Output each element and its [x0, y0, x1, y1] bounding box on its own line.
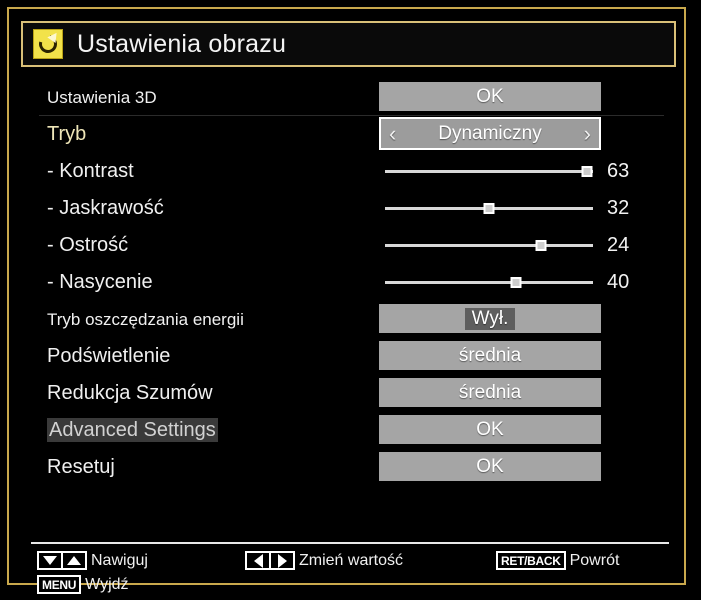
arrow-up-icon: [67, 556, 81, 565]
arrow-right-icon: [277, 553, 287, 568]
settings-row[interactable]: Podświetlenie średnia: [9, 338, 688, 375]
settings-value-box[interactable]: OK: [379, 82, 601, 111]
settings-row-label: Redukcja Szumów: [47, 382, 213, 404]
settings-row[interactable]: Resetuj OK: [9, 449, 688, 486]
settings-slider[interactable]: [385, 166, 593, 177]
arrow-left-key[interactable]: [245, 551, 270, 570]
settings-row[interactable]: Redukcja Szumów średnia: [9, 375, 688, 412]
settings-value-text: OK: [476, 85, 504, 107]
settings-row-label: Podświetlenie: [47, 345, 171, 367]
hint-exit-label: Wyjdź: [85, 575, 129, 593]
settings-row[interactable]: - Nasycenie 40: [9, 264, 688, 301]
settings-row-label: Tryb oszczędzania energii: [47, 310, 244, 329]
slider-thumb[interactable]: [510, 277, 522, 288]
page-title: Ustawienia obrazu: [77, 29, 287, 58]
chevron-left-icon[interactable]: ‹: [389, 122, 396, 145]
settings-value-text: średnia: [458, 381, 522, 403]
slider-value: 40: [607, 271, 630, 293]
title-bar: Ustawienia obrazu: [21, 21, 676, 67]
hint-exit: MENU Wyjdź: [37, 575, 129, 594]
settings-value-text: OK: [476, 455, 504, 477]
settings-row[interactable]: - Kontrast 63: [9, 153, 688, 190]
settings-row-label: Tryb: [47, 123, 87, 145]
settings-value-box[interactable]: średnia: [379, 341, 601, 370]
key-hint-bar: Nawiguj MENU Wyjdź Zmień wartość RET/BAC…: [9, 550, 688, 598]
settings-row[interactable]: Tryb oszczędzania energii Wył.: [9, 301, 688, 338]
arrow-down-icon: [43, 556, 57, 565]
settings-value-box[interactable]: ‹ › Dynamiczny: [379, 117, 601, 150]
slider-value: 32: [607, 197, 630, 219]
osd-dialog: Ustawienia obrazu Ustawienia 3D OK Tryb ‹ › D…: [7, 7, 688, 594]
settings-slider[interactable]: [385, 240, 593, 251]
hint-change-label: Zmień wartość: [299, 551, 404, 569]
settings-row-label-text: Advanced Settings: [47, 418, 218, 442]
slider-thumb[interactable]: [581, 166, 593, 177]
settings-slider[interactable]: [385, 277, 593, 288]
settings-row[interactable]: Ustawienia 3D OK: [9, 79, 688, 116]
arrow-left-icon: [253, 553, 263, 568]
settings-row-label: - Jaskrawość: [47, 197, 164, 219]
chevron-right-icon[interactable]: ›: [584, 122, 591, 145]
slider-value: 24: [607, 234, 630, 256]
settings-value-box[interactable]: OK: [379, 415, 601, 444]
settings-row[interactable]: Tryb ‹ › Dynamiczny: [9, 116, 688, 153]
settings-value-text: średnia: [458, 344, 522, 366]
slider-thumb[interactable]: [483, 203, 495, 214]
ret-back-key[interactable]: RET/BACK: [496, 551, 566, 570]
hint-navigate-label: Nawiguj: [91, 551, 148, 569]
menu-key[interactable]: MENU: [37, 575, 82, 594]
settings-row-label: Advanced Settings: [47, 412, 218, 449]
settings-row[interactable]: - Ostrość 24: [9, 227, 688, 264]
slider-thumb[interactable]: [535, 240, 547, 251]
settings-row[interactable]: Advanced Settings OK: [9, 412, 688, 449]
settings-slider[interactable]: [385, 203, 593, 214]
settings-row-label: - Ostrość: [47, 234, 129, 256]
settings-value-text: OK: [476, 418, 504, 440]
settings-value-box[interactable]: OK: [379, 452, 601, 481]
settings-list: Ustawienia 3D OK Tryb ‹ › Dynamiczny - Kontras…: [9, 79, 688, 486]
settings-value-text: Wył.: [464, 307, 516, 330]
arrow-right-key[interactable]: [270, 551, 295, 570]
arrow-down-key[interactable]: [37, 551, 62, 570]
picture-settings-icon: [33, 29, 63, 59]
hint-back: RET/BACK Powrót: [496, 551, 619, 570]
settings-row-label: Resetuj: [47, 456, 115, 478]
settings-row-label: - Kontrast: [47, 160, 134, 182]
hint-navigate: Nawiguj: [37, 551, 148, 570]
slider-value: 63: [607, 160, 630, 182]
settings-value-text: Dynamiczny: [438, 122, 542, 144]
settings-value-box[interactable]: Wył.: [379, 304, 601, 333]
settings-row-label: - Nasycenie: [47, 271, 153, 293]
settings-row-label: Ustawienia 3D: [47, 88, 157, 107]
footer-divider: [31, 542, 669, 544]
hint-back-label: Powrót: [569, 551, 620, 569]
settings-value-box[interactable]: średnia: [379, 378, 601, 407]
arrow-up-key[interactable]: [62, 551, 87, 570]
settings-row[interactable]: - Jaskrawość 32: [9, 190, 688, 227]
hint-change-value: Zmień wartość: [245, 551, 403, 570]
